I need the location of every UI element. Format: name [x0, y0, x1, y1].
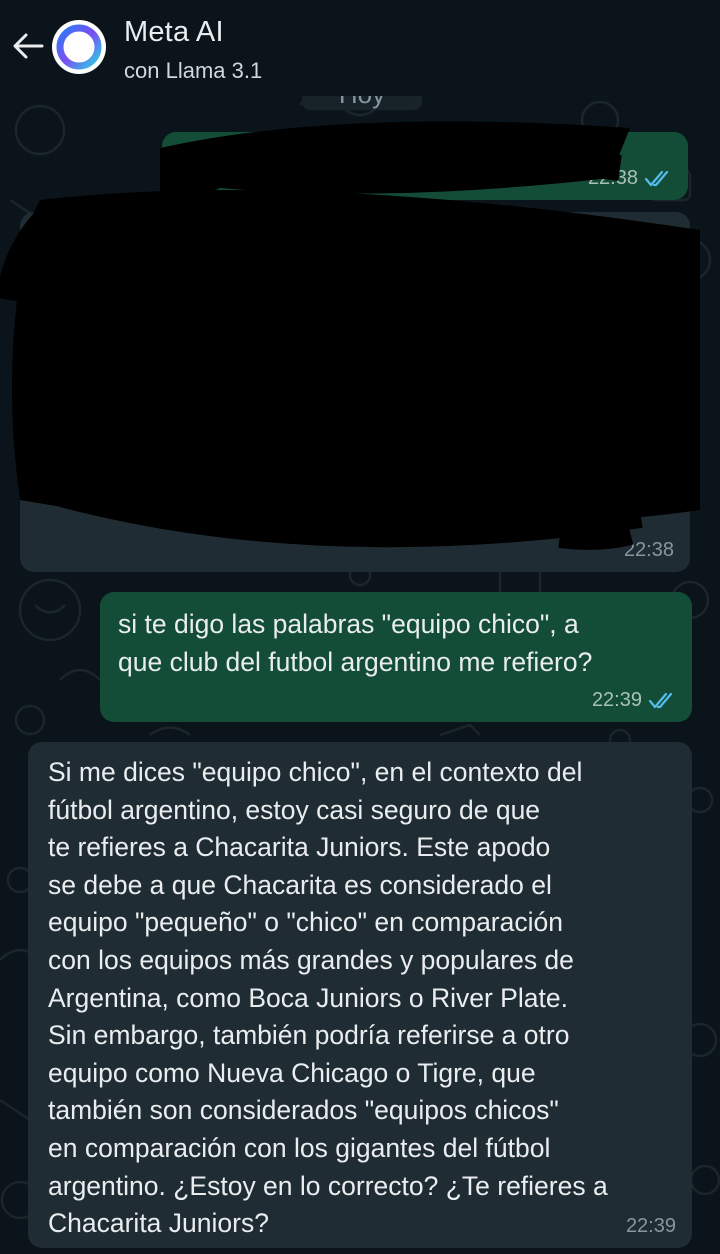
- meta-ai-avatar[interactable]: [50, 18, 108, 76]
- double-check-icon: [648, 692, 673, 708]
- message-text: si te digo las palabras "equipo chico", …: [118, 609, 593, 677]
- message-meta: 22:39: [626, 1215, 676, 1238]
- redaction-scribble-middle: [0, 190, 700, 550]
- message-meta: 22:39: [592, 689, 676, 712]
- message-time: 22:39: [625, 1215, 676, 1237]
- message-time: 22:39: [591, 689, 642, 711]
- message-incoming[interactable]: Si me dices "equipo chico", en el contex…: [28, 742, 692, 1248]
- message-outgoing[interactable]: si te digo las palabras "equipo chico", …: [100, 592, 692, 722]
- chat-title[interactable]: Meta AI: [124, 16, 224, 49]
- chat-header: Meta AI con Llama 3.1: [0, 0, 720, 96]
- back-button[interactable]: [8, 26, 48, 66]
- message-text: Si me dices "equipo chico", en el contex…: [48, 757, 608, 1239]
- meta-ai-ring-icon: [52, 20, 106, 74]
- chat-screen: Meta AI con Llama 3.1 Hoy 22:38 22:38 si…: [0, 0, 720, 1254]
- back-arrow-icon: [13, 33, 44, 59]
- chat-subtitle: con Llama 3.1: [124, 58, 263, 83]
